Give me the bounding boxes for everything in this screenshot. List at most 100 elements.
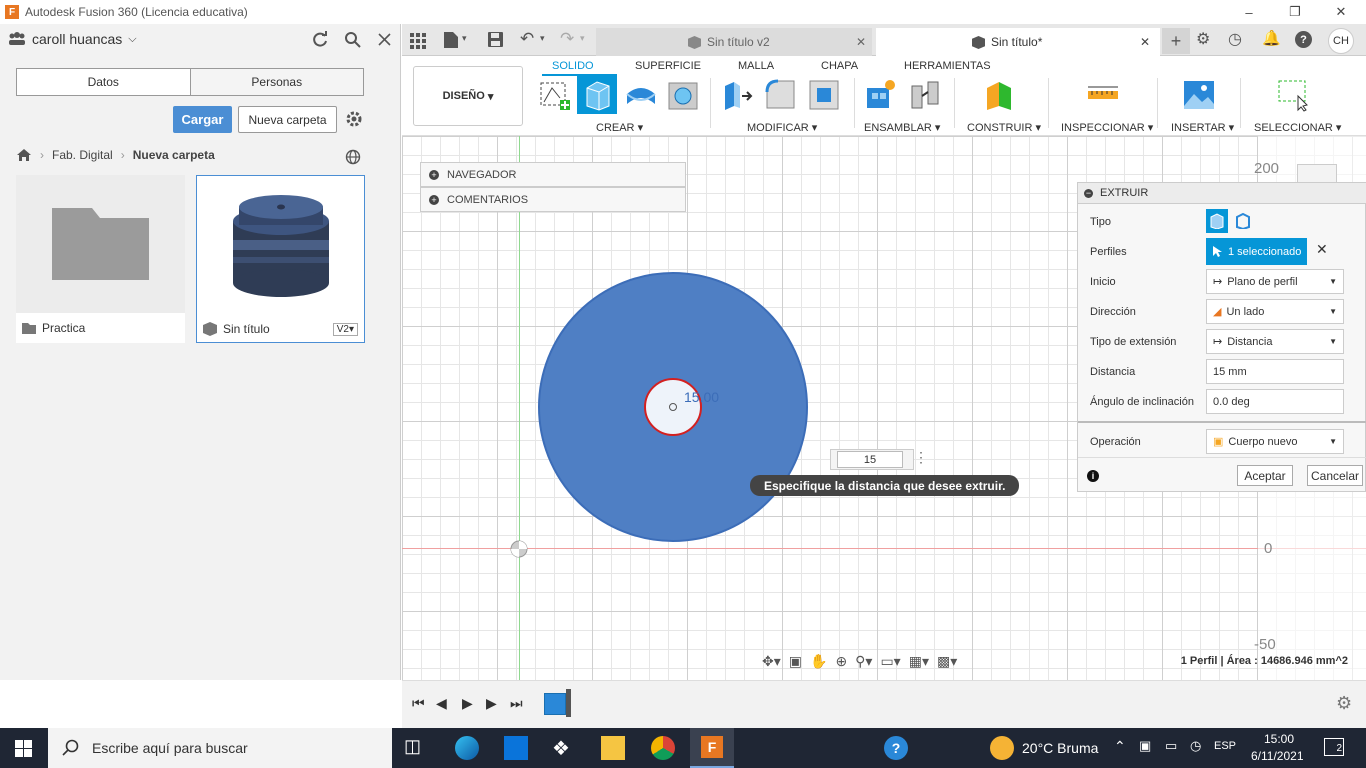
viewports-icon[interactable]: ▩▾ xyxy=(937,653,957,670)
timeline-settings-icon[interactable]: ⚙ xyxy=(1336,693,1352,714)
fillet-icon[interactable] xyxy=(764,78,798,112)
type-solid-button[interactable] xyxy=(1206,209,1228,233)
clock-date[interactable]: 6/11/2021 xyxy=(1251,749,1304,763)
tab-malla[interactable]: MALLA xyxy=(738,60,774,72)
notifications-icon[interactable]: 2 xyxy=(1324,738,1344,756)
distance-input[interactable]: 15 xyxy=(837,451,903,468)
close-panel-icon[interactable] xyxy=(377,32,392,47)
revolve-icon[interactable] xyxy=(624,78,658,112)
select-icon[interactable] xyxy=(1276,78,1310,112)
workspace-switcher[interactable]: DISEÑO ▾ xyxy=(413,66,523,126)
globe-icon[interactable] xyxy=(345,149,361,165)
folder-card[interactable]: Practica xyxy=(16,175,185,343)
next-step-icon[interactable]: ▶ xyxy=(486,695,497,712)
close-tab-icon[interactable]: ✕ xyxy=(856,35,866,49)
timeline-marker[interactable] xyxy=(566,689,571,717)
doc-tab-inactive[interactable]: Sin título v2 ✕ xyxy=(596,28,872,56)
help-app-icon[interactable]: ? xyxy=(884,736,908,760)
design-card[interactable]: Sin título V2▾ xyxy=(196,175,365,343)
last-step-icon[interactable]: ⏭ xyxy=(510,695,523,712)
extrude-tool-active[interactable] xyxy=(577,74,617,114)
doc-tab-active[interactable]: Sin título* ✕ xyxy=(876,28,1160,56)
extensions-icon[interactable]: ⚙ xyxy=(1196,29,1210,49)
user-name[interactable]: caroll huancas xyxy=(32,31,122,47)
wifi-icon[interactable]: ◷ xyxy=(1190,738,1201,754)
redo-icon[interactable]: ↷ xyxy=(560,29,574,49)
new-folder-button[interactable]: Nueva carpeta xyxy=(238,106,337,133)
direction-select[interactable]: ◢ Un lado ▼ xyxy=(1206,299,1344,324)
hole-icon[interactable] xyxy=(666,78,700,112)
chevron-down-icon[interactable]: ⌵ xyxy=(128,33,136,46)
press-pull-icon[interactable] xyxy=(720,78,754,112)
play-icon[interactable]: ▶ xyxy=(462,695,473,712)
refresh-icon[interactable] xyxy=(312,31,329,48)
search-icon[interactable] xyxy=(344,31,361,48)
edge-icon[interactable] xyxy=(455,736,479,760)
start-select[interactable]: ↦ Plano de perfil ▼ xyxy=(1206,269,1344,294)
viewcube[interactable] xyxy=(1297,164,1337,184)
tab-chapa[interactable]: CHAPA xyxy=(821,60,858,72)
weather-text[interactable]: 20°C Bruma xyxy=(1022,740,1098,756)
close-button[interactable]: ✕ xyxy=(1318,0,1364,24)
group-seleccionar[interactable]: SELECCIONAR ▾ xyxy=(1254,121,1341,134)
tab-solido[interactable]: SOLIDO xyxy=(552,60,594,72)
group-modificar[interactable]: MODIFICAR ▾ xyxy=(747,121,817,134)
avatar[interactable]: CH xyxy=(1328,28,1354,54)
group-crear[interactable]: CREAR ▾ xyxy=(596,121,643,134)
language-indicator[interactable]: ESP xyxy=(1214,740,1236,752)
gear-icon[interactable] xyxy=(345,110,363,128)
group-inspeccionar[interactable]: INSPECCIONAR ▾ xyxy=(1061,121,1153,134)
tab-datos[interactable]: Datos xyxy=(17,69,190,95)
chevron-down-icon[interactable]: ▾ xyxy=(462,33,467,44)
clear-selection-icon[interactable]: ✕ xyxy=(1316,241,1328,258)
windows-start-icon[interactable] xyxy=(15,740,32,757)
collapse-icon[interactable]: − xyxy=(1084,188,1093,198)
task-view-icon[interactable]: ◫ xyxy=(404,736,428,760)
new-tab-icon[interactable]: + xyxy=(1162,28,1190,54)
tab-superficie[interactable]: SUPERFICIE xyxy=(635,60,701,72)
look-at-icon[interactable]: ▣ xyxy=(789,653,802,670)
offset-plane-icon[interactable] xyxy=(984,78,1018,112)
zoom-icon[interactable]: ⊕ xyxy=(835,653,847,670)
timeline-sketch-item[interactable] xyxy=(544,693,566,715)
restore-button[interactable]: ❐ xyxy=(1272,0,1318,24)
dropbox-icon[interactable]: ❖ xyxy=(552,736,576,760)
version-badge[interactable]: V2▾ xyxy=(332,322,358,336)
close-tab-icon[interactable]: ✕ xyxy=(1140,35,1150,49)
save-icon[interactable] xyxy=(488,32,503,47)
group-insertar[interactable]: INSERTAR ▾ xyxy=(1171,121,1234,134)
battery-icon[interactable]: ▭ xyxy=(1165,738,1177,754)
create-sketch-icon[interactable] xyxy=(538,78,572,112)
fit-icon[interactable]: ⚲▾ xyxy=(855,653,872,670)
type-thin-button[interactable] xyxy=(1232,209,1254,233)
new-component-icon[interactable] xyxy=(864,78,898,112)
pan-icon[interactable]: ✋ xyxy=(810,653,827,670)
profiles-selection[interactable]: 1 seleccionado xyxy=(1206,238,1307,265)
undo-icon[interactable]: ↶ xyxy=(520,29,534,49)
home-icon[interactable] xyxy=(16,148,32,162)
shell-icon[interactable] xyxy=(807,78,841,112)
help-icon[interactable]: ? xyxy=(1295,31,1312,48)
apps-grid-icon[interactable] xyxy=(410,33,426,49)
display-settings-icon[interactable]: ▭▾ xyxy=(880,653,900,670)
more-options-icon[interactable]: ⋮ xyxy=(914,449,928,466)
ok-button[interactable]: Aceptar xyxy=(1237,465,1293,486)
measure-icon[interactable] xyxy=(1086,78,1120,112)
fusion-taskbar-active[interactable]: F xyxy=(690,728,734,768)
group-construir[interactable]: CONSTRUIR ▾ xyxy=(967,121,1041,134)
first-step-icon[interactable]: ⏮ xyxy=(412,695,425,712)
tab-herramientas[interactable]: HERRAMIENTAS xyxy=(904,60,991,72)
operation-select[interactable]: ▣ Cuerpo nuevo ▼ xyxy=(1206,429,1344,454)
previous-step-icon[interactable]: ◀ xyxy=(436,695,447,712)
chrome-icon[interactable] xyxy=(651,736,675,760)
chevron-down-icon[interactable]: ▾ xyxy=(580,33,585,44)
weather-icon[interactable] xyxy=(990,736,1014,760)
tab-personas[interactable]: Personas xyxy=(189,69,363,95)
job-status-icon[interactable]: ◷ xyxy=(1228,29,1242,49)
team-icon[interactable] xyxy=(8,32,26,46)
insert-image-icon[interactable] xyxy=(1182,78,1216,112)
joint-icon[interactable] xyxy=(908,78,942,112)
inner-circle[interactable] xyxy=(644,378,702,436)
file-icon[interactable] xyxy=(444,32,458,48)
file-explorer-icon[interactable] xyxy=(601,736,625,760)
